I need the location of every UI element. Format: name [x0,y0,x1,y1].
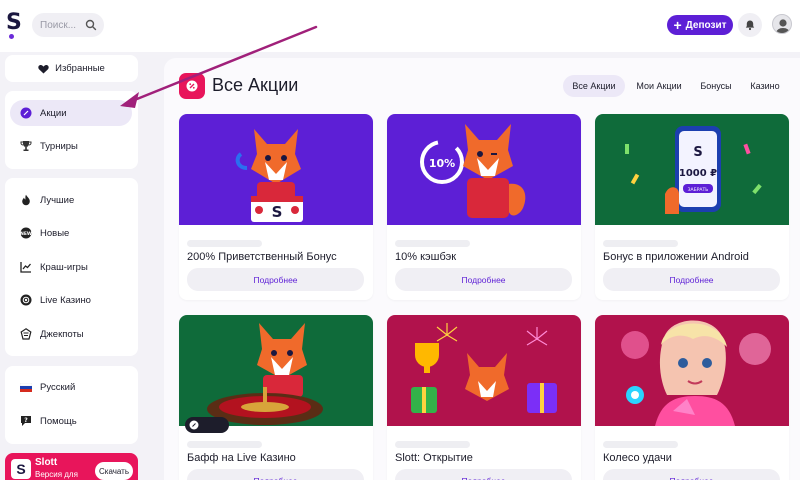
card-title: 10% кэшбэк [395,251,457,263]
card-label-placeholder [395,240,470,247]
live-badge [185,417,229,433]
heart-icon [38,64,49,73]
promo-card[interactable]: Slott: Открытие Подробнее [387,315,581,480]
sidebar-item-help[interactable]: ? Помощь [10,408,132,434]
promo-card[interactable]: S 1000 ₽ ЗАБРАТЬ Бонус в приложении Andr… [595,114,789,300]
card-label-placeholder [603,240,678,247]
trophy-icon [20,140,32,152]
fox-cashback-illustration: 10% [387,114,581,225]
card-title: Бонус в приложении Android [603,251,749,263]
logo-dot [9,34,14,39]
notifications-button[interactable] [738,13,762,37]
fox-roulette-illustration [179,315,373,426]
svg-text:1000 ₽: 1000 ₽ [679,168,717,179]
card-title: Slott: Открытие [395,452,473,464]
card-title: Бафф на Live Казино [187,452,296,464]
promo-card[interactable]: Бафф на Live Казино Подробнее [179,315,373,480]
svg-text:S: S [272,203,283,221]
sidebar-item-label: Турниры [40,140,78,152]
card-title: Колесо удачи [603,452,672,464]
tab-my-promotions[interactable]: Мои Акции [629,75,689,97]
details-button[interactable]: Подробнее [395,268,572,291]
promotions-icon [20,107,32,119]
svg-text:10%: 10% [429,157,455,170]
promotions-title-icon [179,73,205,99]
chip-icon [20,294,32,306]
details-button[interactable]: Подробнее [603,469,780,480]
details-button[interactable]: Подробнее [187,469,364,480]
details-button[interactable]: Подробнее [395,469,572,480]
top-bar: S + Депозит [0,0,800,52]
tab-bonuses[interactable]: Бонусы [693,75,739,97]
phone-bonus-illustration: S 1000 ₽ ЗАБРАТЬ [595,114,789,225]
sidebar-item-language[interactable]: Русский [10,374,132,400]
svg-text:NEW: NEW [20,231,32,237]
avatar[interactable] [772,14,792,34]
sidebar-item-label: Краш-игры [40,261,88,273]
app-promo-title: Slott [35,457,58,468]
card-label-placeholder [187,441,262,448]
favorites-button[interactable]: Избранные [5,55,138,82]
deposit-button[interactable]: + Депозит [667,15,733,35]
card-title: 200% Приветственный Бонус [187,251,337,263]
svg-text:?: ? [24,417,28,424]
flame-icon [20,194,32,206]
promo-card[interactable]: Колесо удачи Подробнее [595,315,789,480]
deposit-label: Депозит [685,19,727,31]
page-title: Все Акции [212,75,299,95]
bell-icon [745,20,755,31]
jackpot-icon [20,328,32,340]
new-icon: NEW [20,227,32,239]
sidebar-item-promotions[interactable]: Акции [10,100,132,126]
sidebar-item-new[interactable]: NEW Новые [10,220,132,246]
app-promo-subtitle: Версия для [35,470,78,479]
help-icon: ? [20,415,32,427]
logo-letter: S [6,10,22,35]
details-button[interactable]: Подробнее [187,268,364,291]
russia-flag-icon [20,381,32,393]
sidebar-item-label: Русский [40,381,76,393]
details-button[interactable]: Подробнее [603,268,780,291]
sidebar-item-label: Live Казино [40,294,91,306]
fox-celebration-illustration [387,315,581,426]
tab-casino[interactable]: Казино [743,75,787,97]
sidebar-item-label: Джекпоты [40,328,84,340]
sidebar-item-best[interactable]: Лучшие [10,187,132,213]
plus-icon: + [673,17,682,33]
promo-card[interactable]: S 200% Приветственный Бонус Подробнее [179,114,373,300]
live-icon [189,420,199,430]
sidebar-item-label: Лучшие [40,194,75,206]
sidebar-item-label: Помощь [40,415,77,427]
search-box[interactable] [32,13,104,37]
sidebar-item-label: Новые [40,227,70,239]
sidebar-item-tournaments[interactable]: Турниры [10,133,132,159]
lucky-wheel-girl-illustration [595,315,789,426]
search-input[interactable] [40,19,84,31]
sidebar-item-live-casino[interactable]: Live Казино [10,287,132,313]
app-download-banner: S Slott Версия для Скачать [5,453,138,480]
card-label-placeholder [603,441,678,448]
svg-text:S: S [693,145,702,160]
fox-gift-illustration: S [179,114,373,225]
sidebar-item-label: Акции [40,107,67,119]
search-icon[interactable] [85,19,97,31]
favorites-label: Избранные [55,63,105,74]
sidebar-item-crash-games[interactable]: Краш-игры [10,254,132,280]
site-logo[interactable]: S [6,10,22,39]
download-button[interactable]: Скачать [95,462,133,480]
svg-text:ЗАБРАТЬ: ЗАБРАТЬ [688,187,709,193]
tab-all-promotions[interactable]: Все Акции [563,75,625,97]
card-label-placeholder [395,441,470,448]
sidebar-item-jackpots[interactable]: Джекпоты [10,321,132,347]
chart-icon [20,261,32,273]
card-label-placeholder [187,240,262,247]
promo-card[interactable]: 10% 10% кэшбэк Подробнее [387,114,581,300]
user-icon [776,19,790,33]
app-logo-icon: S [11,459,31,479]
